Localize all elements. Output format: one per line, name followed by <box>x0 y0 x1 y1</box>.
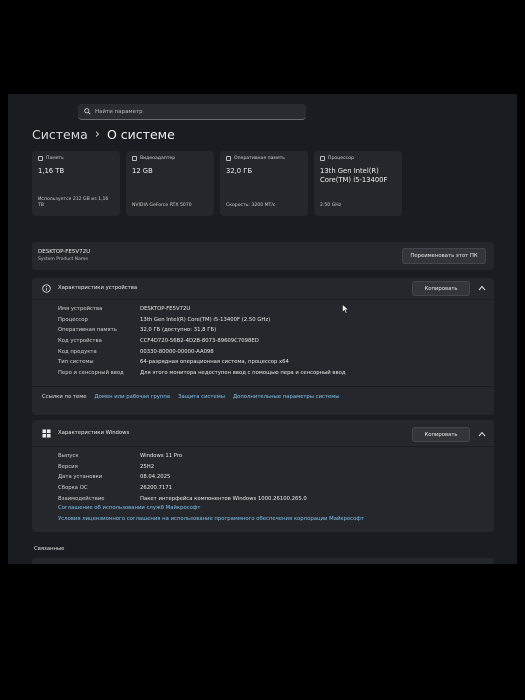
device-specs-rows: Имя устройства DESKTOP-FE5V72U Процессор 1… <box>58 304 346 378</box>
card-title: Оперативная память <box>234 156 286 161</box>
spec-row: Выпуск Windows 11 Pro <box>58 451 307 462</box>
spec-row: Сборка ОС 26200.7171 <box>58 483 307 494</box>
card-sub: Скорость: 3200 MT/c <box>226 203 276 208</box>
card-value: 13th Gen Intel(R) Core(TM) i5-13400F <box>320 167 388 184</box>
link-ms-license-terms[interactable]: Условия лицензионного соглашения на испо… <box>58 516 364 522</box>
windows-specs-header[interactable]: Характеристики Windows Копировать <box>32 420 494 446</box>
spec-key: Процессор <box>58 316 88 323</box>
spec-key: Перо и сенсорный ввод <box>58 369 124 376</box>
chevron-up-icon[interactable] <box>478 285 486 291</box>
device-specs-header[interactable]: Характеристики устройства Копировать <box>32 278 494 299</box>
device-specs-title: Характеристики устройства <box>58 285 138 291</box>
storage-icon <box>38 156 43 161</box>
spec-value: Windows 11 Pro <box>140 453 183 460</box>
related-section-panel <box>32 558 494 564</box>
device-product-name: System Product Name <box>38 257 89 262</box>
card-value: 1,16 TB <box>38 167 65 175</box>
card-title: Видеоадаптер <box>140 156 176 161</box>
spec-value: 26200.7171 <box>140 485 173 492</box>
card-value: 12 GB <box>132 167 153 175</box>
spec-value: 32,0 ГБ (доступно: 31,8 ГБ) <box>140 327 217 334</box>
rename-pc-button[interactable]: Переименовать этот ПК <box>402 248 486 264</box>
spec-row: Тип системы 64-разрядная операционная сис… <box>58 357 346 368</box>
divider <box>32 446 494 447</box>
search-input[interactable]: Найти параметр <box>78 104 306 120</box>
spec-key: Взаимодействие <box>58 495 105 502</box>
device-specs-panel: Характеристики устройства Копировать Имя… <box>32 278 494 415</box>
copy-windows-specs-button[interactable]: Копировать <box>412 427 470 442</box>
copy-device-specs-button[interactable]: Копировать <box>412 281 470 296</box>
settings-window: Найти параметр Система › О системе Памят… <box>8 94 517 564</box>
windows-specs-rows: Выпуск Windows 11 Pro Версия 25H2 Дата уст… <box>58 451 307 504</box>
device-name-panel: DESKTOP-FE5V72U System Product Name Пере… <box>32 242 494 270</box>
spec-value: Для этого монитора недоступен ввод с пом… <box>140 369 346 376</box>
search-icon <box>84 108 91 115</box>
spec-value: 13th Gen Intel(R) Core(TM) i5-13400F (2.… <box>140 316 271 323</box>
spec-value: 08.04.2025 <box>140 474 171 481</box>
spec-value: 25H2 <box>140 463 155 470</box>
related-links-label: Ссылки по теме <box>42 394 87 400</box>
spec-key: Тип системы <box>58 359 94 366</box>
info-icon <box>42 284 51 293</box>
spec-row: Код устройства CCF4D720-56B2-4D2B-8073-89… <box>58 336 346 347</box>
link-advanced-system-settings[interactable]: Дополнительные параметры системы <box>233 394 340 400</box>
cpu-icon <box>320 156 325 161</box>
related-section-title: Связанные <box>34 546 65 552</box>
gpu-icon <box>132 156 137 161</box>
breadcrumb-root[interactable]: Система <box>32 127 88 142</box>
card-storage[interactable]: Память 1,16 TB Используется 212 GB из 1,… <box>32 151 120 216</box>
card-ram[interactable]: Оперативная память 32,0 ГБ Скорость: 320… <box>220 151 308 216</box>
windows-logo-icon <box>42 429 51 438</box>
link-domain-workgroup[interactable]: Домен или рабочая группа <box>95 394 171 400</box>
device-name: DESKTOP-FE5V72U <box>38 249 91 255</box>
card-value: 32,0 ГБ <box>226 167 253 175</box>
windows-specs-panel: Характеристики Windows Копировать Выпуск… <box>32 420 494 532</box>
page-title: О системе <box>107 127 175 142</box>
chevron-up-icon[interactable] <box>478 431 486 437</box>
spec-key: Имя устройства <box>58 306 103 313</box>
windows-specs-title: Характеристики Windows <box>58 430 130 436</box>
spec-key: Выпуск <box>58 453 79 460</box>
spec-key: Сборка ОС <box>58 485 88 492</box>
summary-cards: Память 1,16 TB Используется 212 GB из 1,… <box>32 151 402 216</box>
breadcrumb: Система › О системе <box>32 127 175 142</box>
spec-row: Дата установки 08.04.2025 <box>58 472 307 483</box>
spec-row: Код продукта 00330-80000-00000-AA098 <box>58 346 346 357</box>
spec-row: Версия 25H2 <box>58 462 307 473</box>
card-gpu[interactable]: Видеоадаптер 12 GB NVIDIA GeForce RTX 50… <box>126 151 214 216</box>
card-title: Память <box>46 156 64 161</box>
spec-value: 64-разрядная операционная система, проце… <box>140 359 289 366</box>
spec-value: CCF4D720-56B2-4D2B-8073-89609C7098ED <box>140 338 259 345</box>
spec-row: Оперативная память 32,0 ГБ (доступно: 31,… <box>58 325 346 336</box>
spec-row: Перо и сенсорный ввод Для этого монитора … <box>58 368 346 379</box>
spec-key: Дата установки <box>58 474 103 481</box>
card-cpu[interactable]: Процессор 13th Gen Intel(R) Core(TM) i5-… <box>314 151 402 216</box>
spec-row: Взаимодействие Пакет интерфейса компонент… <box>58 493 307 504</box>
spec-value: DESKTOP-FE5V72U <box>140 306 191 313</box>
search-placeholder: Найти параметр <box>95 108 143 115</box>
spec-row: Имя устройства DESKTOP-FE5V72U <box>58 304 346 315</box>
link-ms-services-agreement[interactable]: Соглашение об использовании служб Майкро… <box>58 505 201 511</box>
mouse-cursor-icon <box>342 304 349 314</box>
breadcrumb-separator: › <box>94 127 100 142</box>
spec-row: Процессор 13th Gen Intel(R) Core(TM) i5-1… <box>58 315 346 326</box>
card-sub: Используется 212 GB из 1,16 TB <box>38 197 109 208</box>
card-sub: 2.50 GHz <box>320 203 342 208</box>
link-system-protection[interactable]: Защита системы <box>178 394 225 400</box>
divider <box>32 386 494 387</box>
spec-key: Оперативная память <box>58 327 117 334</box>
spec-value: 00330-80000-00000-AA098 <box>140 348 214 355</box>
ram-icon <box>226 156 231 161</box>
spec-key: Код устройства <box>58 338 102 345</box>
divider <box>32 299 494 300</box>
card-sub: NVIDIA GeForce RTX 5070 <box>132 203 192 208</box>
spec-key: Версия <box>58 463 78 470</box>
spec-key: Код продукта <box>58 348 97 355</box>
related-links: Ссылки по теме Домен или рабочая группа … <box>42 394 339 400</box>
spec-value: Пакет интерфейса компонентов Windows 100… <box>140 495 307 502</box>
card-title: Процессор <box>328 156 354 161</box>
